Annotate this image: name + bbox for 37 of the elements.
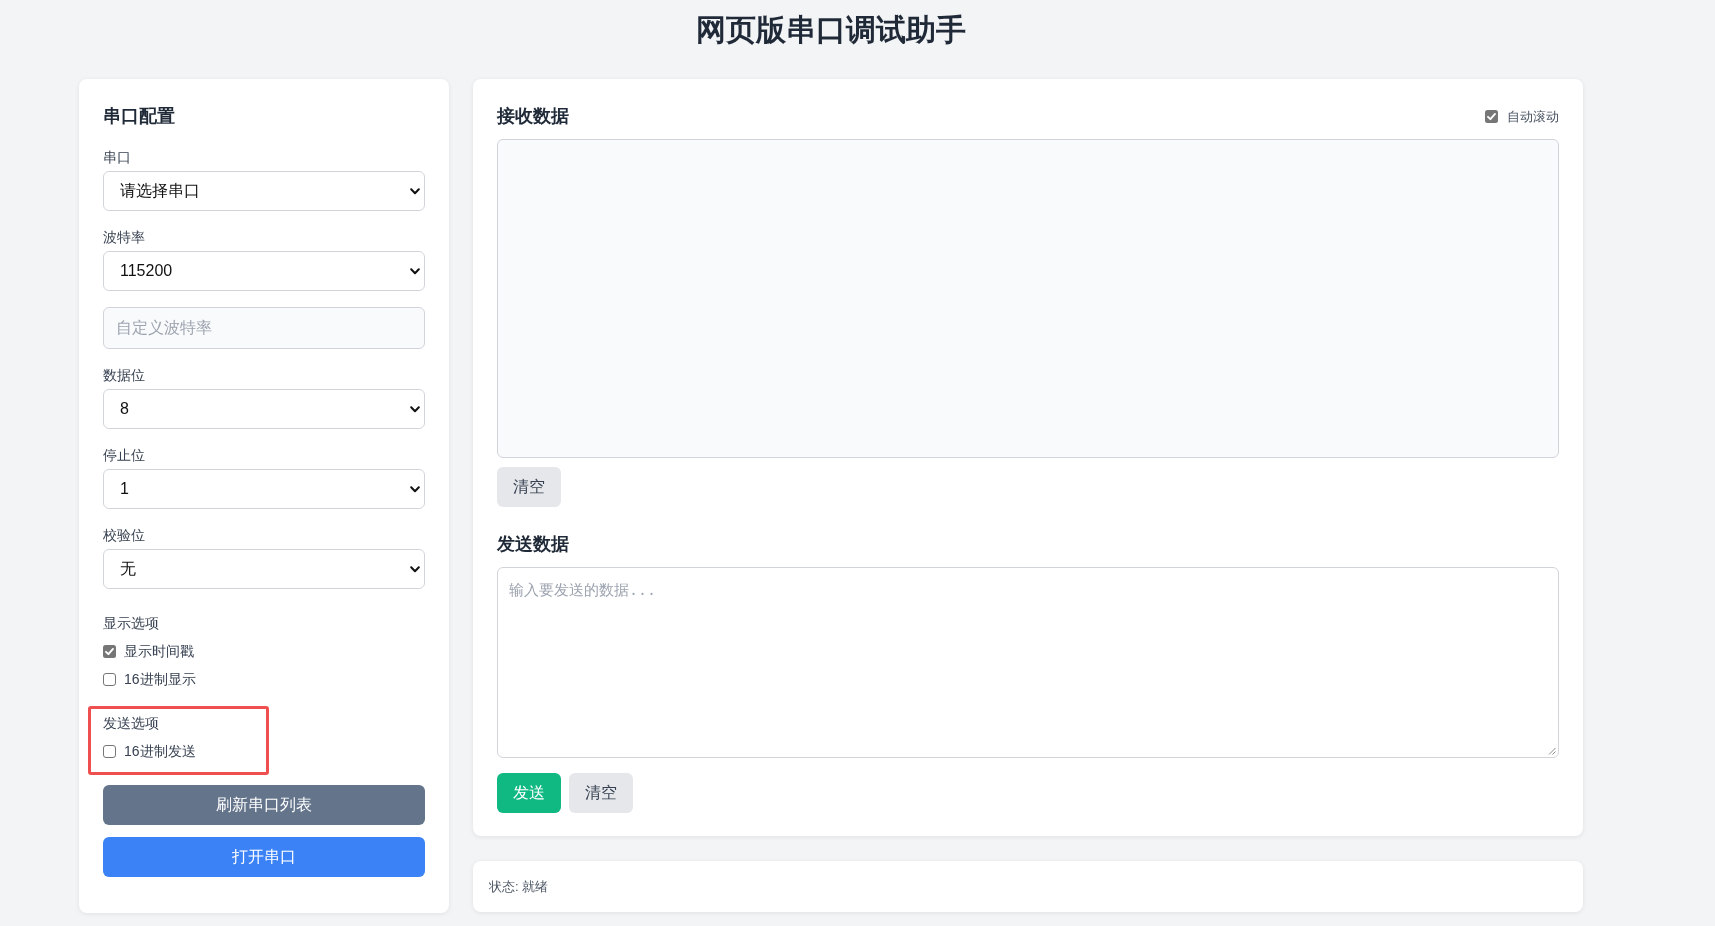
- chevron-down-icon: [410, 565, 420, 573]
- field-label: 校验位: [103, 526, 145, 545]
- dropdown-select[interactable]: 115200: [103, 251, 425, 291]
- open-port-button[interactable]: 打开串口: [103, 837, 425, 877]
- field-label: 数据位: [103, 366, 145, 385]
- dropdown-select[interactable]: 1: [103, 469, 425, 509]
- text-input[interactable]: 自定义波特率: [103, 307, 425, 349]
- checkbox[interactable]: [103, 744, 116, 758]
- group-label: 显示选项: [103, 614, 159, 633]
- page-title: 网页版串口调试助手: [696, 12, 966, 48]
- clear-button[interactable]: 清空: [569, 773, 633, 813]
- chevron-down-icon: [410, 485, 420, 493]
- field-label: 停止位: [103, 446, 145, 465]
- dropdown-select[interactable]: 请选择串口: [103, 171, 425, 211]
- group-label: 发送选项: [103, 714, 159, 733]
- dropdown-select[interactable]: 无: [103, 549, 425, 589]
- field-label: 串口: [103, 148, 131, 167]
- dropdown-select[interactable]: 8: [103, 389, 425, 429]
- chevron-down-icon: [410, 187, 420, 195]
- section-heading: 发送数据: [497, 533, 569, 556]
- resize-grip-icon[interactable]: [1548, 747, 1556, 755]
- chevron-down-icon: [410, 267, 420, 275]
- checkbox-label: 自动滚动: [1507, 108, 1559, 126]
- send-data-input[interactable]: 输入要发送的数据...: [497, 567, 1559, 758]
- checkbox-label: 16进制发送: [124, 742, 196, 761]
- checkbox-label: 16进制显示: [124, 670, 196, 689]
- checkbox-label: 显示时间戳: [124, 642, 194, 661]
- section-heading: 接收数据: [497, 105, 569, 128]
- refresh-list-button[interactable]: 刷新串口列表: [103, 785, 425, 825]
- section-heading: 串口配置: [103, 105, 175, 128]
- checkbox[interactable]: [103, 644, 116, 658]
- checkbox[interactable]: [1485, 110, 1498, 123]
- status-text: 状态: 就绪: [489, 878, 549, 896]
- chevron-down-icon: [410, 405, 420, 413]
- clear-button[interactable]: 清空: [497, 467, 561, 507]
- field-label: 波特率: [103, 228, 145, 247]
- checkbox[interactable]: [103, 672, 116, 686]
